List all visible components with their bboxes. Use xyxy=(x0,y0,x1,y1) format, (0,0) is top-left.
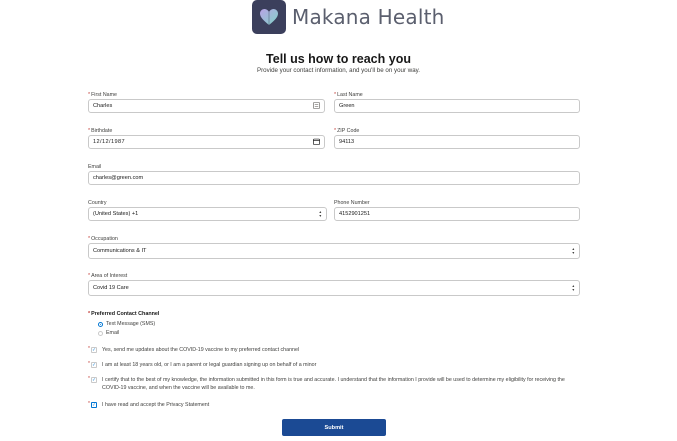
contact-channel-label: *Preferred Contact Channel xyxy=(88,311,160,317)
brand-name: Makana Health xyxy=(292,5,445,29)
area-of-interest-label: Area of Interest xyxy=(91,273,128,279)
consent-certify[interactable]: * ✓ I certify that to the best of my kno… xyxy=(88,376,588,392)
first-name-value: Charles xyxy=(93,103,113,109)
brand-logo: Makana Health xyxy=(252,0,445,34)
last-name-input[interactable]: Green xyxy=(334,99,580,113)
birthdate-field: *Birthdate 12/12/1987 xyxy=(88,127,325,149)
area-of-interest-value: Covid 19 Care xyxy=(93,285,129,291)
calendar-icon[interactable] xyxy=(313,138,320,147)
area-of-interest-field: *Area of Interest Covid 19 Care ▲ ▼ xyxy=(88,272,580,296)
consent-certify-text: I certify that to the best of my knowled… xyxy=(102,377,565,391)
radio-button-selected[interactable] xyxy=(98,321,103,327)
phone-field: Phone Number 4152901251 xyxy=(334,199,580,221)
phone-value: 4152901251 xyxy=(339,211,371,217)
email-value: charles@green.com xyxy=(93,175,144,181)
email-label: Email xyxy=(88,164,102,170)
radio-sms[interactable]: Text Message (SMS) xyxy=(98,321,155,327)
email-field: Email charles@green.com xyxy=(88,163,580,185)
country-label: Country xyxy=(88,200,107,206)
submit-button[interactable]: Submit xyxy=(282,419,386,436)
select-arrows-icon: ▲ ▼ xyxy=(571,247,575,255)
occupation-field: *Occupation Communications & IT ▲ ▼ xyxy=(88,235,580,259)
zip-code-value: 94113 xyxy=(339,139,355,145)
page-subtitle: Provide your contact information, and yo… xyxy=(256,67,421,74)
occupation-select[interactable]: Communications & IT ▲ ▼ xyxy=(88,243,580,259)
check-icon[interactable]: ✓ xyxy=(91,362,97,368)
select-arrows-icon: ▲ ▼ xyxy=(571,284,575,292)
occupation-label: Occupation xyxy=(91,236,118,242)
contact-card-icon[interactable] xyxy=(313,101,320,111)
last-name-field: *Last Name Green xyxy=(334,91,580,113)
last-name-value: Green xyxy=(339,103,355,109)
check-icon[interactable]: ✓ xyxy=(91,377,97,383)
country-select[interactable]: (United States) +1 ▲ ▼ xyxy=(88,207,327,221)
last-name-label: Last Name xyxy=(337,92,363,98)
first-name-label: First Name xyxy=(91,92,117,98)
first-name-field: *First Name Charles xyxy=(88,91,325,113)
birthdate-input[interactable]: 12/12/1987 xyxy=(88,135,325,149)
email-input[interactable]: charles@green.com xyxy=(88,171,580,185)
zip-code-label: ZIP Code xyxy=(337,128,360,134)
zip-code-field: *ZIP Code 94113 xyxy=(334,127,580,149)
consent-age-text: I am at least 18 years old, or I am a pa… xyxy=(102,362,317,368)
birthdate-label: Birthdate xyxy=(91,128,113,134)
zip-code-input[interactable]: 94113 xyxy=(334,135,580,149)
area-of-interest-select[interactable]: Covid 19 Care ▲ ▼ xyxy=(88,280,580,296)
occupation-value: Communications & IT xyxy=(93,248,147,254)
consent-privacy-text: I have read and accept the Privacy State… xyxy=(102,402,210,408)
country-value: (United States) +1 xyxy=(93,211,139,217)
radio-button[interactable] xyxy=(98,330,103,336)
check-icon[interactable]: ✓ xyxy=(91,347,97,353)
page-title: Tell us how to reach you xyxy=(266,52,411,66)
first-name-input[interactable]: Charles xyxy=(88,99,325,113)
phone-label: Phone Number xyxy=(334,200,370,206)
radio-email-label: Email xyxy=(106,330,120,336)
consent-privacy[interactable]: * ✓ I have read and accept the Privacy S… xyxy=(88,401,588,409)
phone-input[interactable]: 4152901251 xyxy=(334,207,580,221)
heart-logo-icon xyxy=(252,0,286,34)
check-icon[interactable]: ✓ xyxy=(91,402,97,408)
consent-age[interactable]: * ✓ I am at least 18 years old, or I am … xyxy=(88,361,588,369)
birthdate-value: 12/12/1987 xyxy=(93,139,125,145)
country-field: Country (United States) +1 ▲ ▼ xyxy=(88,199,327,221)
select-arrows-icon: ▲ ▼ xyxy=(318,210,322,218)
consent-updates-text: Yes, send me updates about the COVID-19 … xyxy=(102,347,300,353)
radio-email[interactable]: Email xyxy=(98,330,119,336)
consent-updates[interactable]: * ✓ Yes, send me updates about the COVID… xyxy=(88,346,588,354)
radio-sms-label: Text Message (SMS) xyxy=(106,321,156,327)
